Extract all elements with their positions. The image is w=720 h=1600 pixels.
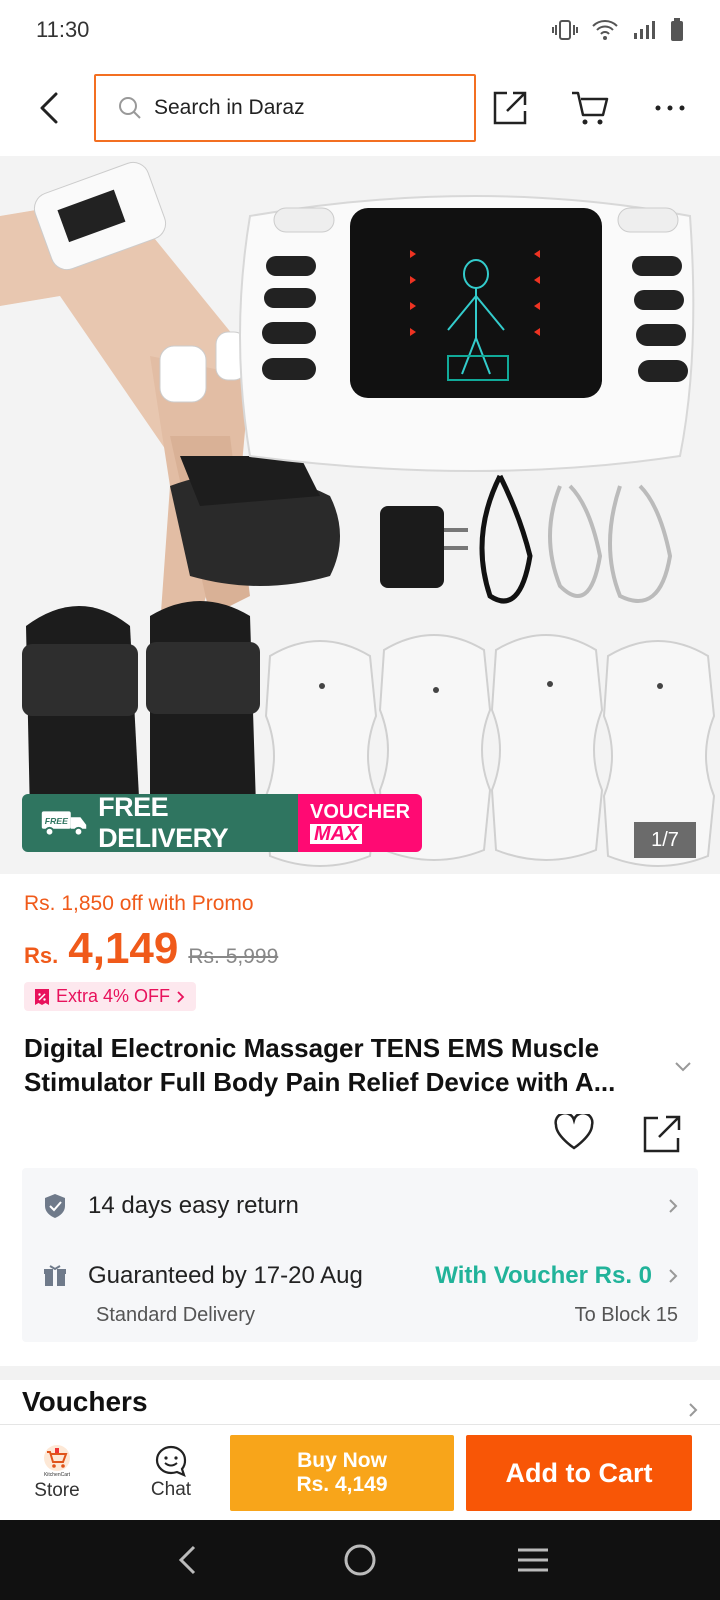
search-placeholder: Search in Daraz <box>154 96 305 119</box>
share-button[interactable] <box>488 86 532 130</box>
current-price: 4,149 <box>68 924 179 973</box>
delivery-destination: To Block 15 <box>574 1304 678 1326</box>
price-section: Rs. 1,850 off with Promo Rs. 4,149 Rs. 5… <box>0 874 720 1153</box>
status-bar: 11:30 <box>0 0 720 60</box>
search-icon <box>119 97 141 119</box>
buy-now-button[interactable]: Buy Now Rs. 4,149 <box>230 1435 454 1511</box>
status-time: 11:30 <box>36 17 90 42</box>
chat-button[interactable]: Chat <box>114 1445 228 1501</box>
coupon-icon <box>35 988 49 1005</box>
delivery-card: 14 days easy return Guaranteed by 17-20 … <box>22 1168 698 1342</box>
battery-icon <box>671 18 683 41</box>
vouchers-section[interactable]: Vouchers <box>22 1386 698 1426</box>
system-nav-bar <box>0 1520 720 1600</box>
product-actions <box>554 1114 682 1154</box>
image-counter: 1/7 <box>634 822 696 858</box>
shield-icon <box>42 1193 68 1219</box>
top-actions <box>488 74 692 142</box>
return-policy-text: 14 days easy return <box>88 1192 299 1219</box>
free-truck-label: FREE <box>45 816 69 826</box>
share-icon <box>493 91 527 125</box>
chevron-right-icon <box>177 990 185 1003</box>
extra-off-badge[interactable]: Extra 4% OFF <box>24 982 197 1011</box>
product-image-gallery[interactable]: FREE FREE DELIVERY VOUCHER MAX 1/7 <box>0 156 720 874</box>
store-logo-icon: KitchenCart <box>44 1444 71 1478</box>
product-photo <box>0 156 720 874</box>
product-title: Digital Electronic Massager TENS EMS Mus… <box>24 1033 616 1097</box>
store-label: Store <box>34 1479 80 1501</box>
free-delivery-badge: FREE FREE DELIVERY <box>22 794 298 852</box>
heart-icon[interactable] <box>554 1114 594 1150</box>
free-delivery-voucher-badge: FREE FREE DELIVERY VOUCHER MAX <box>22 794 422 852</box>
price-currency: Rs. <box>24 943 59 968</box>
gift-box-icon <box>42 1263 68 1289</box>
share-icon[interactable] <box>642 1114 682 1154</box>
add-to-cart-button[interactable]: Add to Cart <box>466 1435 692 1511</box>
voucher-max-badge: VOUCHER MAX <box>298 794 422 852</box>
title-row[interactable]: Digital Electronic Massager TENS EMS Mus… <box>24 1031 696 1099</box>
search-input[interactable]: Search in Daraz <box>94 74 476 142</box>
chevron-right-icon <box>669 1269 678 1283</box>
delivery-voucher-text: With Voucher Rs. 0 <box>435 1262 652 1289</box>
section-divider <box>0 1366 720 1380</box>
return-policy-right <box>668 1198 678 1214</box>
original-price: Rs. 5,999 <box>188 945 279 968</box>
status-icons <box>552 18 684 42</box>
delivery-row[interactable]: Guaranteed by 17-20 Aug With Voucher Rs.… <box>22 1258 698 1294</box>
wifi-icon <box>592 20 618 40</box>
bottom-action-bar: KitchenCart Store Chat Buy Now Rs. 4,149… <box>0 1424 720 1520</box>
chevron-right-icon <box>669 1199 678 1213</box>
nav-menu-icon <box>518 1548 549 1572</box>
chevron-right-icon <box>689 1403 698 1417</box>
delivery-method: Standard Delivery <box>96 1304 255 1326</box>
more-dots-icon <box>655 105 685 111</box>
price-row: Rs. 4,149 Rs. 5,999 <box>24 924 696 974</box>
nav-recents-button[interactable] <box>503 1530 563 1590</box>
nav-home-button[interactable] <box>330 1530 390 1590</box>
vibrate-icon <box>552 20 578 40</box>
buy-now-price: Rs. 4,149 <box>296 1473 388 1496</box>
nav-back-icon <box>178 1545 195 1575</box>
nav-home-icon <box>344 1544 376 1576</box>
chat-icon <box>155 1445 187 1477</box>
back-button[interactable] <box>24 83 74 133</box>
chevron-down-icon[interactable] <box>674 1061 692 1073</box>
delivery-right: With Voucher Rs. 0 <box>435 1262 678 1290</box>
more-button[interactable] <box>648 86 692 130</box>
top-bar: Search in Daraz <box>0 60 720 156</box>
delivery-guarantee-text: Guaranteed by 17-20 Aug <box>88 1262 363 1289</box>
free-delivery-label: FREE DELIVERY <box>98 794 229 852</box>
nav-back-button[interactable] <box>157 1530 217 1590</box>
extra-off-label: Extra 4% OFF <box>56 986 171 1006</box>
vouchers-heading: Vouchers <box>22 1386 148 1417</box>
cart-button[interactable] <box>568 86 612 130</box>
store-button[interactable]: KitchenCart Store <box>0 1444 114 1502</box>
buy-now-label: Buy Now <box>297 1449 387 1472</box>
delivery-truck-icon: FREE <box>41 811 87 837</box>
store-logo-text: KitchenCart <box>44 1472 71 1478</box>
cart-icon <box>572 91 609 125</box>
chat-label: Chat <box>150 1478 192 1500</box>
back-arrow-icon <box>40 92 58 124</box>
signal-icon <box>634 21 655 39</box>
return-policy-row[interactable]: 14 days easy return <box>22 1188 698 1224</box>
max-label: MAX <box>310 824 363 844</box>
voucher-label: VOUCHER <box>310 801 411 823</box>
promo-text: Rs. 1,850 off with Promo <box>24 892 254 915</box>
